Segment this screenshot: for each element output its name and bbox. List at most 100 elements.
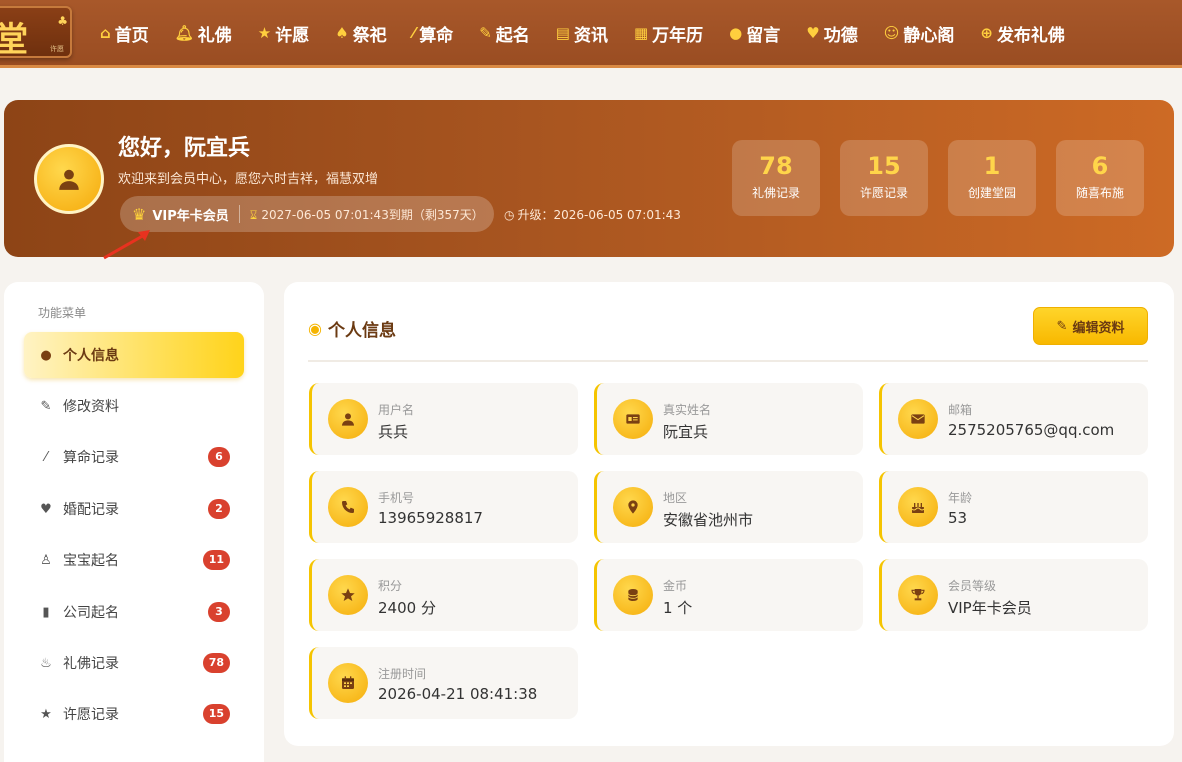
site-logo[interactable]: 堂 ♣ 许愿 (0, 6, 72, 60)
sidebar-item-label: 修改资料 (63, 399, 119, 415)
welcome-text: 欢迎来到会员中心，愿您六时吉祥，福慧双增 (118, 172, 379, 187)
sidebar-item-edit[interactable]: ✎ 修改资料 (24, 383, 244, 429)
nav-item-naming[interactable]: ✎ 起名 (479, 21, 530, 46)
sidebar-item-label: 宝宝起名 (63, 553, 119, 569)
info-card-points: 积分 2400 分 (309, 559, 578, 631)
nav-item-publish[interactable]: ⊕ 发布礼佛 (980, 21, 1065, 46)
star-icon (328, 575, 368, 615)
building-icon: ▮ (42, 604, 50, 620)
greeting: 您好，阮宜兵 (118, 136, 251, 161)
sidebar-item-company-naming[interactable]: ▮ 公司起名 3 (24, 589, 244, 635)
newspaper-icon: ▤ (555, 24, 570, 42)
stat-donation[interactable]: 6 随喜布施 (1056, 140, 1144, 216)
logo-text: 堂 (0, 20, 28, 60)
top-nav: 堂 ♣ 许愿 ⌂ 首页 🔔︎ 礼佛 ★ 许愿 ♠ 祭祀 ⁄ 算命 ✎ 起名 ▤ 资讯 ▦ 万年历… (0, 0, 1182, 68)
main-nav: ⌂ 首页 🔔︎ 礼佛 ★ 许愿 ♠ 祭祀 ⁄ 算命 ✎ 起名 ▤ 资讯 ▦ 万年历 ● 留言 ♥ 功… (100, 0, 1065, 66)
star-icon: ★ (40, 706, 52, 722)
user-circle-icon: ◉ (308, 319, 322, 338)
nav-label: 祭祀 (352, 25, 387, 46)
panel-title: ◉ 个人信息 (308, 316, 396, 341)
divider (308, 360, 1148, 362)
user-icon: ● (40, 347, 52, 363)
sidebar-item-wish[interactable]: ★ 许愿记录 15 (24, 691, 244, 737)
field-label: 年龄 (948, 491, 973, 505)
birthday-cake-icon (898, 487, 938, 527)
sidebar-item-label: 婚配记录 (63, 502, 119, 518)
heart-icon: ♥ (40, 501, 52, 517)
nav-label: 首页 (114, 25, 149, 46)
vip-level: VIP年卡会员 (152, 208, 229, 224)
nav-item-wish[interactable]: ★ 许愿 (258, 21, 309, 46)
nav-label: 功德 (823, 25, 858, 46)
sidebar-item-label: 礼佛记录 (63, 656, 119, 672)
nav-item-message[interactable]: ● 留言 (729, 21, 780, 46)
edit-icon: ✎ (40, 398, 52, 414)
field-value: VIP年卡会员 (948, 599, 1032, 617)
nav-item-home[interactable]: ⌂ 首页 (100, 21, 149, 46)
id-card-icon (613, 399, 653, 439)
star-icon: ★ (257, 24, 272, 42)
sidebar-item-worship[interactable]: ♨︎ 礼佛记录 78 (24, 640, 244, 686)
field-label: 用户名 (378, 403, 415, 417)
clock-icon: ◷ (504, 208, 515, 222)
nav-item-fortune[interactable]: ⁄ 算命 (413, 21, 454, 46)
plus-circle-icon: ⊕ (980, 24, 993, 42)
info-card-register-time: 注册时间 2026-04-21 08:41:38 (309, 647, 578, 719)
field-label: 真实姓名 (663, 403, 712, 417)
sidebar-item-fortune[interactable]: ⁄ 算命记录 6 (24, 434, 244, 480)
nav-item-meditation[interactable]: ☺ 静心阁 (884, 21, 955, 46)
nav-item-news[interactable]: ▤ 资讯 (556, 21, 608, 46)
upgrade-text: 升级：2026-06-05 07:01:43 (517, 208, 681, 222)
field-value: 13965928817 (378, 509, 483, 527)
panel-title-text: 个人信息 (327, 321, 396, 341)
nav-label: 静心阁 (903, 25, 955, 46)
field-value: 2026-04-21 08:41:38 (378, 685, 538, 703)
stat-label: 随喜布施 (1075, 186, 1124, 200)
field-value: 兵兵 (378, 423, 409, 441)
stat-garden[interactable]: 1 创建堂园 (948, 140, 1036, 216)
edit-profile-button[interactable]: ✎ 编辑资料 (1033, 307, 1148, 345)
field-value: 安徽省池州市 (663, 511, 754, 529)
calendar-icon (328, 663, 368, 703)
lotus-icon: ♣ (57, 14, 68, 28)
stat-wish[interactable]: 15 许愿记录 (840, 140, 928, 216)
field-label: 注册时间 (378, 667, 427, 681)
count-badge: 3 (208, 602, 230, 622)
nav-item-calendar[interactable]: ▦ 万年历 (634, 21, 703, 46)
edit-icon: ✎ (1056, 318, 1068, 334)
child-icon: ♙ (40, 552, 52, 568)
info-card-region: 地区 安徽省池州市 (594, 471, 863, 543)
magic-wand-icon: ⁄ (44, 449, 48, 465)
heart-icon: ♥ (806, 24, 820, 42)
nav-label: 算命 (419, 25, 454, 46)
arrow-annotation-icon (103, 230, 150, 260)
nav-item-sacrifice[interactable]: ♠ 祭祀 (335, 21, 386, 46)
nav-label: 留言 (746, 25, 781, 46)
info-card-member-level: 会员等级 VIP年卡会员 (879, 559, 1148, 631)
count-badge: 15 (202, 704, 230, 724)
magic-wand-icon: ⁄ (412, 24, 416, 42)
sidebar-item-baby-naming[interactable]: ♙ 宝宝起名 11 (24, 537, 244, 583)
stat-label: 创建堂园 (967, 186, 1016, 200)
sidebar-item-marriage[interactable]: ♥ 婚配记录 2 (24, 486, 244, 532)
info-card-age: 年龄 53 (879, 471, 1148, 543)
info-card-coins: 金币 1 个 (594, 559, 863, 631)
nav-item-worship[interactable]: 🔔︎ 礼佛 (175, 21, 232, 46)
info-card-realname: 真实姓名 阮宜兵 (594, 383, 863, 455)
sidebar-item-label: 许愿记录 (63, 707, 119, 723)
sidebar-item-profile[interactable]: ● 个人信息 (24, 332, 244, 378)
member-banner: 您好，阮宜兵 欢迎来到会员中心，愿您六时吉祥，福慧双增 ♛ VIP年卡会员 ⌛︎… (4, 100, 1174, 260)
count-badge: 6 (208, 447, 230, 467)
phone-icon (328, 487, 368, 527)
field-value: 阮宜兵 (663, 423, 709, 441)
coins-icon (613, 575, 653, 615)
fire-icon: ♨︎ (40, 655, 52, 671)
sidebar-item-label: 个人信息 (63, 348, 119, 364)
vip-status[interactable]: ♛ VIP年卡会员 ⌛︎ 2027-06-05 07:01:43到期（剩357天） (120, 196, 494, 232)
edit-button-label: 编辑资料 (1072, 320, 1125, 336)
nav-item-merit[interactable]: ♥ 功德 (806, 21, 857, 46)
field-label: 地区 (663, 491, 688, 505)
avatar[interactable] (34, 144, 104, 214)
stat-label: 许愿记录 (859, 186, 908, 200)
stat-worship[interactable]: 78 礼佛记录 (732, 140, 820, 216)
